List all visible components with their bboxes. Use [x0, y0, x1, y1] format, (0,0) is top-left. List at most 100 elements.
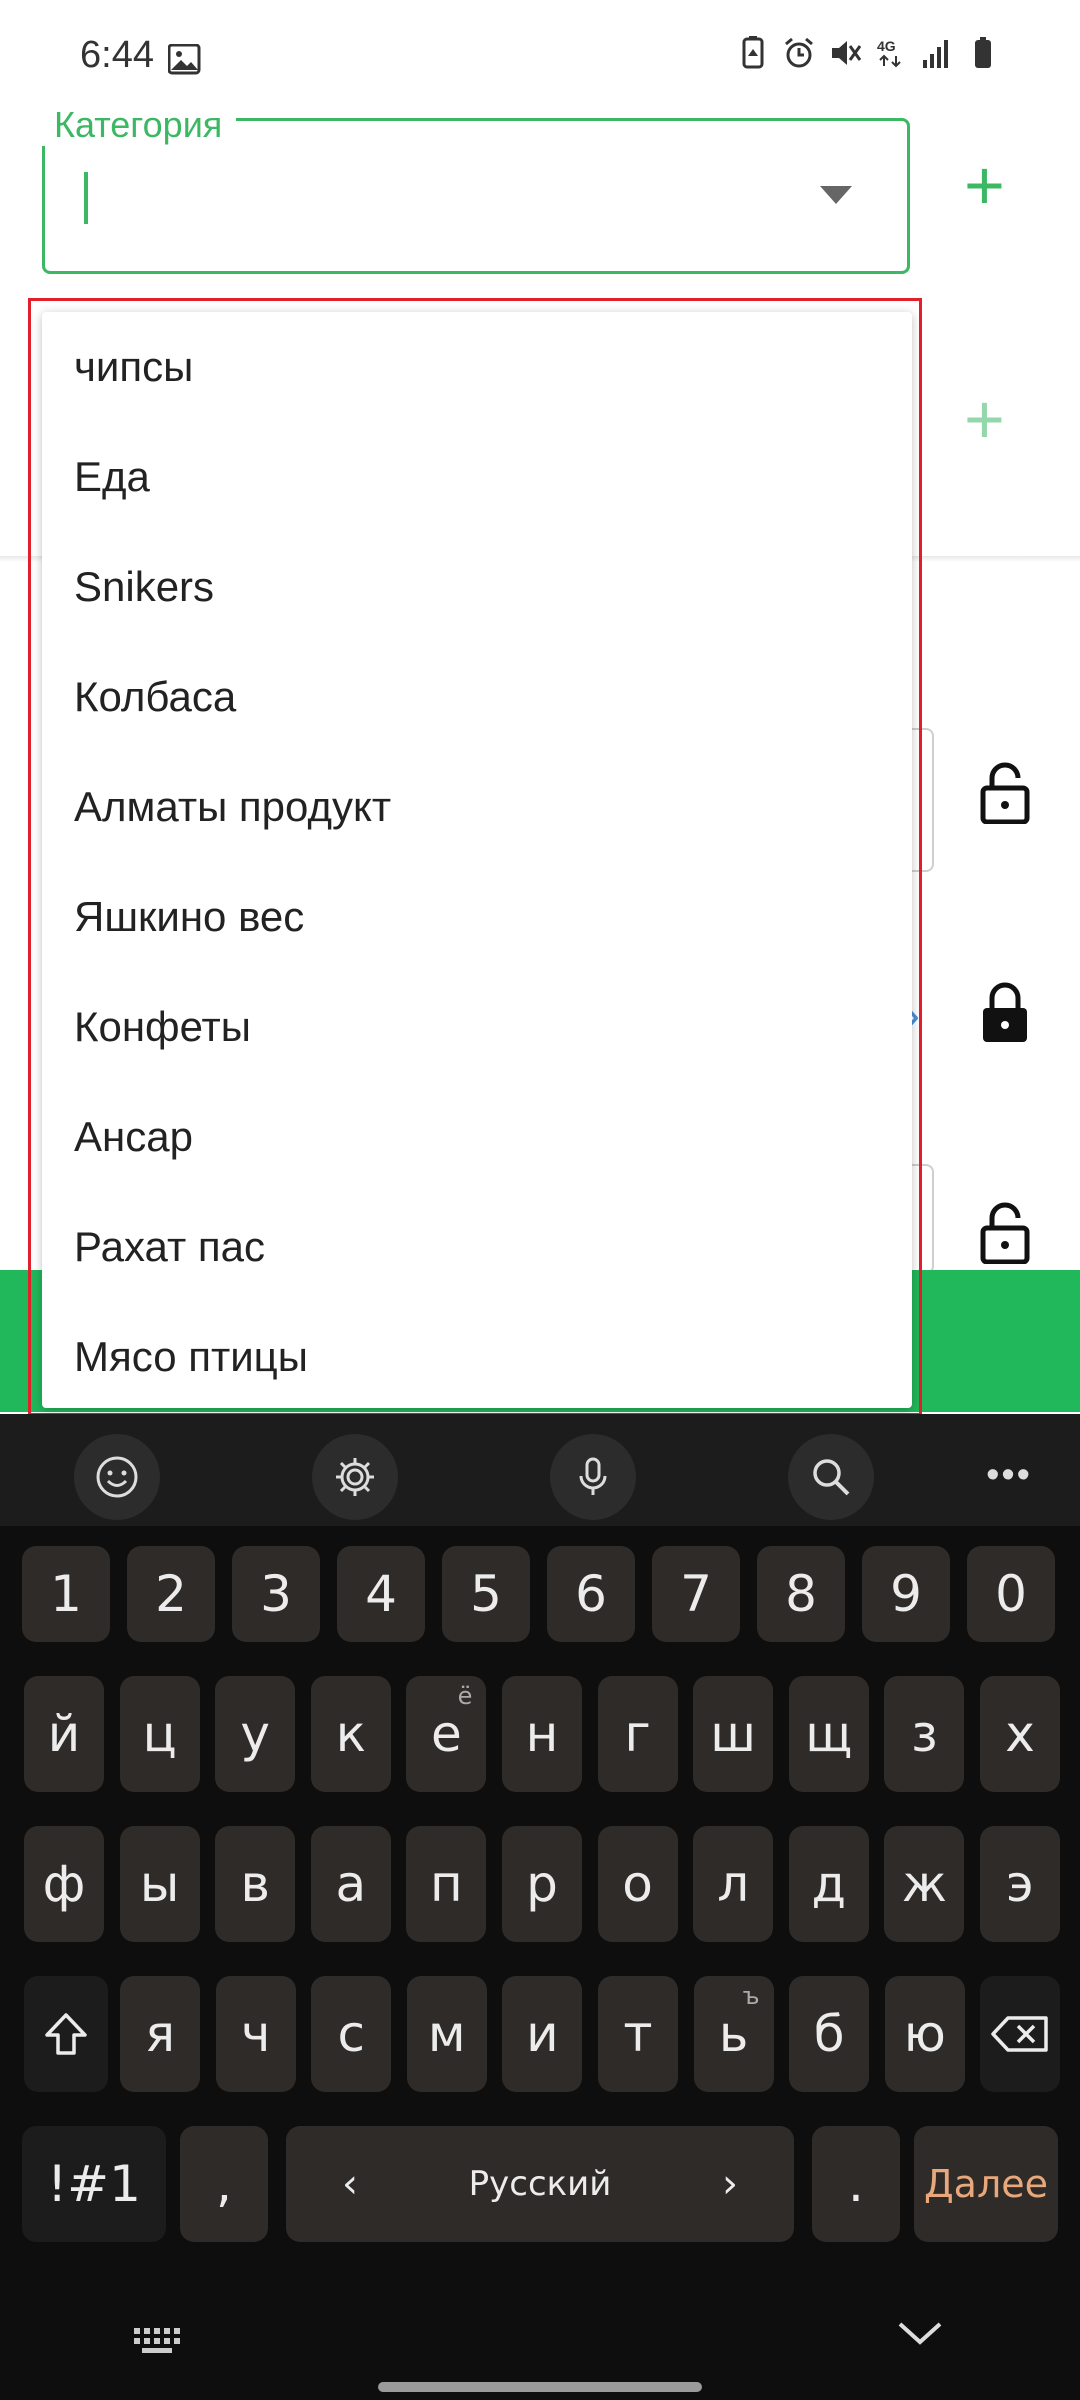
- key-letter-label: х: [1005, 1705, 1035, 1763]
- svg-text:4G: 4G: [877, 38, 896, 54]
- dropdown-option[interactable]: Еда: [42, 422, 912, 532]
- key-letter[interactable]: м: [406, 1976, 487, 2092]
- key-letter[interactable]: с: [311, 1976, 392, 2092]
- key-letter[interactable]: р: [502, 1826, 582, 1942]
- key-letter[interactable]: д: [788, 1826, 869, 1942]
- home-indicator[interactable]: [378, 2382, 702, 2392]
- lock-icon[interactable]: [980, 980, 1030, 1044]
- shift-key[interactable]: [24, 1976, 108, 2092]
- alarm-icon: [785, 37, 813, 68]
- symbols-key[interactable]: !#1: [22, 2126, 166, 2242]
- emoji-icon[interactable]: [74, 1434, 160, 1520]
- 4g-icon: 4G: [877, 38, 901, 68]
- comma-key[interactable]: ,: [180, 2126, 268, 2242]
- key-letter[interactable]: о: [597, 1826, 678, 1942]
- hide-keyboard-icon[interactable]: [896, 2318, 944, 2348]
- symbols-key-label: !#1: [47, 2155, 141, 2213]
- dropdown-option[interactable]: Колбаса: [42, 642, 912, 752]
- key-letter[interactable]: ф: [24, 1826, 104, 1942]
- cursor-left-icon: ‹: [342, 2161, 358, 2207]
- key-letter-label: ж: [901, 1855, 947, 1913]
- key-letter-label: т: [623, 2005, 653, 2063]
- key-letter-label: д: [811, 1855, 847, 1913]
- unlock-icon[interactable]: [980, 1200, 1030, 1264]
- key-letter[interactable]: х: [980, 1676, 1060, 1792]
- settings-icon[interactable]: [312, 1434, 398, 1520]
- key-letter[interactable]: з: [884, 1676, 965, 1792]
- dropdown-option[interactable]: Яшкино вес: [42, 862, 912, 972]
- key-letter[interactable]: ж: [884, 1826, 965, 1942]
- key-letter[interactable]: ы: [119, 1826, 200, 1942]
- key-letter[interactable]: й: [24, 1676, 104, 1792]
- dropdown-option[interactable]: чипсы: [42, 312, 912, 422]
- key-0[interactable]: 0: [967, 1546, 1055, 1642]
- key-2[interactable]: 2: [127, 1546, 215, 1642]
- dropdown-option[interactable]: Алматы продукт: [42, 752, 912, 862]
- microphone-icon[interactable]: [550, 1434, 636, 1520]
- key-letter[interactable]: л: [693, 1826, 774, 1942]
- navigation-bar: [0, 2286, 1080, 2400]
- key-letter-label: й: [47, 1705, 81, 1763]
- keyboard-switch-icon[interactable]: [132, 2326, 182, 2356]
- key-1[interactable]: 1: [22, 1546, 110, 1642]
- key-letter[interactable]: п: [406, 1826, 487, 1942]
- key-letter[interactable]: ьъ: [693, 1976, 774, 2092]
- dropdown-option[interactable]: Рахат пас: [42, 1192, 912, 1302]
- key-8-label: 8: [785, 1565, 817, 1623]
- key-letter-label: у: [240, 1705, 270, 1763]
- key-5[interactable]: 5: [442, 1546, 530, 1642]
- key-letter[interactable]: б: [789, 1976, 870, 2092]
- key-letter[interactable]: щ: [788, 1676, 869, 1792]
- next-button[interactable]: Далее: [914, 2126, 1058, 2242]
- shift-icon: [45, 2013, 87, 2055]
- dropdown-caret-icon[interactable]: [820, 186, 852, 204]
- key-letter[interactable]: её: [406, 1676, 487, 1792]
- key-letter-label: ы: [139, 1855, 180, 1913]
- gallery-icon: [168, 44, 201, 75]
- key-3[interactable]: 3: [232, 1546, 320, 1642]
- key-letter[interactable]: и: [502, 1976, 583, 2092]
- key-5-label: 5: [470, 1565, 502, 1623]
- key-letter[interactable]: у: [215, 1676, 296, 1792]
- key-9-label: 9: [890, 1565, 922, 1623]
- key-letter[interactable]: ю: [884, 1976, 965, 2092]
- key-letter[interactable]: в: [215, 1826, 296, 1942]
- dropdown-option[interactable]: Ансар: [42, 1082, 912, 1192]
- status-time: 6:44: [80, 34, 154, 76]
- key-7[interactable]: 7: [652, 1546, 740, 1642]
- key-letter-label: р: [526, 1855, 558, 1913]
- more-icon[interactable]: •••: [986, 1454, 1032, 1497]
- key-8[interactable]: 8: [757, 1546, 845, 1642]
- space-key[interactable]: ‹ Русский ›: [286, 2126, 794, 2242]
- key-letter[interactable]: я: [120, 1976, 200, 2092]
- key-letter-label: о: [622, 1855, 653, 1913]
- dropdown-option[interactable]: Мясо птицы: [42, 1302, 912, 1408]
- key-6-label: 6: [575, 1565, 607, 1623]
- key-letter-label: ш: [710, 1705, 757, 1763]
- key-letter[interactable]: а: [310, 1826, 391, 1942]
- dropdown-option[interactable]: Конфеты: [42, 972, 912, 1082]
- search-icon[interactable]: [788, 1434, 874, 1520]
- period-key[interactable]: .: [812, 2126, 900, 2242]
- add-button[interactable]: +: [964, 384, 1005, 454]
- add-category-button[interactable]: +: [964, 150, 1005, 220]
- key-9[interactable]: 9: [862, 1546, 950, 1642]
- unlock-icon[interactable]: [980, 760, 1030, 824]
- key-letter[interactable]: э: [980, 1826, 1060, 1942]
- key-6[interactable]: 6: [547, 1546, 635, 1642]
- key-letter-label: ч: [240, 2005, 271, 2063]
- key-letter[interactable]: ц: [119, 1676, 200, 1792]
- key-letter[interactable]: т: [598, 1976, 678, 2092]
- battery-icon: [975, 37, 991, 68]
- backspace-key[interactable]: [980, 1976, 1060, 2092]
- key-letter[interactable]: ш: [693, 1676, 774, 1792]
- key-letter[interactable]: г: [597, 1676, 678, 1792]
- key-letter[interactable]: ч: [215, 1976, 296, 2092]
- key-letter-label: э: [1006, 1855, 1034, 1913]
- key-letter[interactable]: к: [310, 1676, 391, 1792]
- key-letter-label: г: [624, 1705, 651, 1763]
- key-letter[interactable]: н: [502, 1676, 582, 1792]
- dropdown-option[interactable]: Snikers: [42, 532, 912, 642]
- status-bar: 6:44 4G: [0, 0, 1080, 88]
- key-4[interactable]: 4: [337, 1546, 425, 1642]
